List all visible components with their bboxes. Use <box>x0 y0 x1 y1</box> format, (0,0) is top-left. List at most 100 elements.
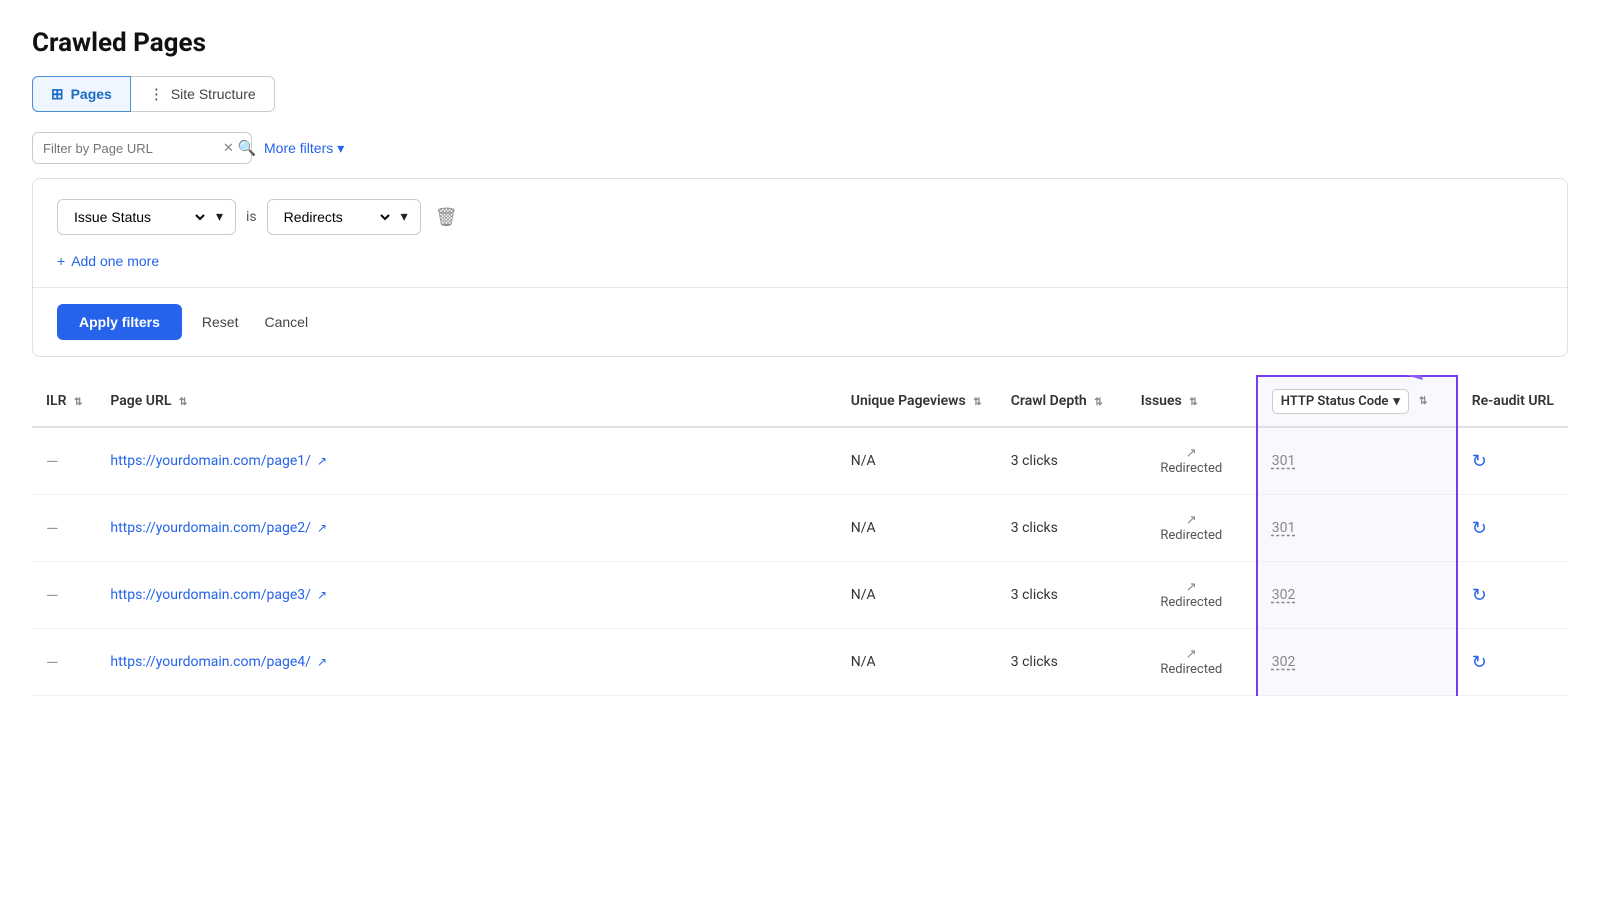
value-select-wrapper: Redirects 404 Not Found 200 OK 5xx Error… <box>267 199 421 235</box>
cell-pageviews: N/A <box>837 562 997 629</box>
cell-status: 302 <box>1257 562 1457 629</box>
page-url-link[interactable]: https://yourdomain.com/page3/ ↗ <box>110 587 822 603</box>
filter-delete-button[interactable]: 🗑 <box>431 203 462 232</box>
redirect-arrow-icon: ↗ <box>1186 446 1197 461</box>
page-url-link[interactable]: https://yourdomain.com/page4/ ↗ <box>110 654 822 670</box>
cell-reaudit: ↻ <box>1457 562 1568 629</box>
table-row: — https://yourdomain.com/page2/ ↗ N/A 3 … <box>32 495 1568 562</box>
cell-issues: ↗ Redirected <box>1127 562 1257 629</box>
page-title: Crawled Pages <box>32 28 1568 58</box>
table-row: — https://yourdomain.com/page1/ ↗ N/A 3 … <box>32 427 1568 495</box>
cell-url: https://yourdomain.com/page3/ ↗ <box>96 562 836 629</box>
external-link-icon: ↗ <box>317 521 327 535</box>
cell-reaudit: ↻ <box>1457 629 1568 696</box>
status-col-select[interactable]: HTTP Status Code ▾ <box>1272 389 1409 414</box>
redirect-arrow-icon: ↗ <box>1186 513 1197 528</box>
tab-site-structure-label: Site Structure <box>171 86 256 102</box>
reaudit-button[interactable]: ↻ <box>1472 652 1487 673</box>
page-url-link[interactable]: https://yourdomain.com/page2/ ↗ <box>110 520 822 536</box>
sort-icon-ilr: ⇅ <box>74 397 82 408</box>
status-code-value[interactable]: 301 <box>1272 520 1296 536</box>
tab-site-structure[interactable]: ⋮ Site Structure <box>131 76 275 112</box>
reset-button[interactable]: Reset <box>196 310 245 334</box>
site-structure-icon: ⋮ <box>149 85 164 103</box>
cell-depth: 3 clicks <box>997 427 1127 495</box>
cell-depth: 3 clicks <box>997 629 1127 696</box>
redirect-arrow-icon: ↗ <box>1186 647 1197 662</box>
cell-depth: 3 clicks <box>997 562 1127 629</box>
sort-icon-depth: ⇅ <box>1094 397 1102 408</box>
cell-url: https://yourdomain.com/page4/ ↗ <box>96 629 836 696</box>
results-table-wrapper: ILR ⇅ Page URL ⇅ Unique Pageviews ⇅ Craw… <box>32 375 1568 696</box>
plus-icon: + <box>57 253 65 269</box>
col-header-url[interactable]: Page URL ⇅ <box>96 376 836 427</box>
url-filter-input[interactable] <box>43 141 219 156</box>
external-link-icon: ↗ <box>317 454 327 468</box>
cell-issues: ↗ Redirected <box>1127 629 1257 696</box>
url-filter-input-wrapper: ✕ 🔍 <box>32 132 252 164</box>
search-icon[interactable]: 🔍 <box>238 139 257 157</box>
sort-icon-status: ⇅ <box>1419 396 1427 407</box>
field-select[interactable]: Issue Status HTTP Status Code Unique Pag… <box>70 208 208 226</box>
cell-pageviews: N/A <box>837 495 997 562</box>
apply-filters-button[interactable]: Apply filters <box>57 304 182 340</box>
cell-status: 302 <box>1257 629 1457 696</box>
add-more-button[interactable]: + Add one more <box>57 253 159 287</box>
filter-panel: Issue Status HTTP Status Code Unique Pag… <box>32 178 1568 357</box>
col-header-depth[interactable]: Crawl Depth ⇅ <box>997 376 1127 427</box>
col-header-issues[interactable]: Issues ⇅ <box>1127 376 1257 427</box>
external-link-icon: ↗ <box>317 655 327 669</box>
tab-pages-label: Pages <box>71 86 112 102</box>
tab-bar: ⊞ Pages ⋮ Site Structure <box>32 76 1568 112</box>
table-row: — https://yourdomain.com/page3/ ↗ N/A 3 … <box>32 562 1568 629</box>
more-filters-button[interactable]: More filters ▾ <box>264 140 344 157</box>
cell-pageviews: N/A <box>837 629 997 696</box>
value-chevron-icon: ▾ <box>401 209 408 225</box>
results-table: ILR ⇅ Page URL ⇅ Unique Pageviews ⇅ Craw… <box>32 375 1568 696</box>
field-select-wrapper: Issue Status HTTP Status Code Unique Pag… <box>57 199 236 235</box>
col-header-ilr[interactable]: ILR ⇅ <box>32 376 96 427</box>
reaudit-button[interactable]: ↻ <box>1472 451 1487 472</box>
sort-icon-issues: ⇅ <box>1189 397 1197 408</box>
cell-status: 301 <box>1257 427 1457 495</box>
redirect-arrow-icon: ↗ <box>1186 580 1197 595</box>
cell-ilr: — <box>32 629 96 696</box>
cell-status: 301 <box>1257 495 1457 562</box>
external-link-icon: ↗ <box>317 588 327 602</box>
cell-url: https://yourdomain.com/page1/ ↗ <box>96 427 836 495</box>
cell-issues: ↗ Redirected <box>1127 495 1257 562</box>
sort-icon-url: ⇅ <box>179 397 187 408</box>
col-header-pageviews[interactable]: Unique Pageviews ⇅ <box>837 376 997 427</box>
reaudit-button[interactable]: ↻ <box>1472 518 1487 539</box>
cell-reaudit: ↻ <box>1457 427 1568 495</box>
more-filters-label: More filters <box>264 140 333 156</box>
clear-icon[interactable]: ✕ <box>223 141 234 156</box>
col-header-status[interactable]: HTTP Status Code ▾ ⇅ <box>1257 376 1457 427</box>
cell-ilr: — <box>32 427 96 495</box>
filter-is-label: is <box>246 209 257 225</box>
filter-row: ✕ 🔍 More filters ▾ <box>32 132 1568 164</box>
page-url-link[interactable]: https://yourdomain.com/page1/ ↗ <box>110 453 822 469</box>
cell-url: https://yourdomain.com/page2/ ↗ <box>96 495 836 562</box>
value-select[interactable]: Redirects 404 Not Found 200 OK 5xx Error… <box>280 208 393 226</box>
tab-pages[interactable]: ⊞ Pages <box>32 76 131 112</box>
field-chevron-icon: ▾ <box>216 209 223 225</box>
status-chevron-icon: ▾ <box>1393 394 1400 409</box>
cell-ilr: — <box>32 495 96 562</box>
filter-actions: Apply filters Reset Cancel <box>57 288 1543 356</box>
cancel-button[interactable]: Cancel <box>258 310 314 334</box>
add-more-label: Add one more <box>71 253 159 269</box>
table-header-row: ILR ⇅ Page URL ⇅ Unique Pageviews ⇅ Craw… <box>32 376 1568 427</box>
cell-pageviews: N/A <box>837 427 997 495</box>
filter-condition-row: Issue Status HTTP Status Code Unique Pag… <box>57 199 1543 235</box>
cell-ilr: — <box>32 562 96 629</box>
cell-issues: ↗ Redirected <box>1127 427 1257 495</box>
table-row: — https://yourdomain.com/page4/ ↗ N/A 3 … <box>32 629 1568 696</box>
sort-icon-pageviews: ⇅ <box>973 397 981 408</box>
reaudit-button[interactable]: ↻ <box>1472 585 1487 606</box>
status-code-value[interactable]: 301 <box>1272 453 1296 469</box>
status-code-value[interactable]: 302 <box>1272 654 1296 670</box>
status-code-value[interactable]: 302 <box>1272 587 1296 603</box>
cell-depth: 3 clicks <box>997 495 1127 562</box>
col-header-reaudit: Re-audit URL <box>1457 376 1568 427</box>
